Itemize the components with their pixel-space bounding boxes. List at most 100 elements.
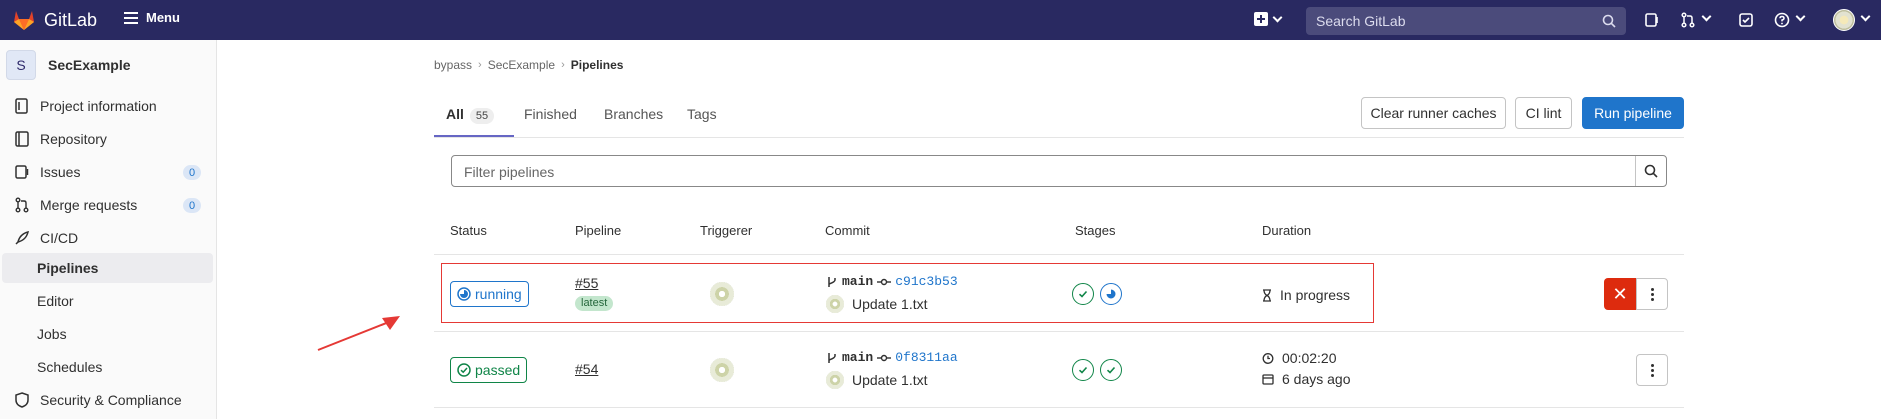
chevron-down-icon[interactable] [1701, 11, 1712, 22]
sidebar-item-pipelines[interactable]: Pipelines [2, 253, 213, 283]
gitlab-logo[interactable]: GitLab [12, 9, 97, 31]
menu-button[interactable]: Menu [124, 10, 180, 25]
author-avatar[interactable] [826, 371, 844, 389]
timer-icon [1262, 353, 1274, 364]
chevron-down-icon[interactable] [1860, 11, 1871, 22]
pipeline-stages [1072, 359, 1122, 381]
help-icon[interactable] [1774, 12, 1790, 28]
filter-bar [451, 155, 1667, 187]
status-label: passed [475, 362, 521, 378]
cancel-pipeline-button[interactable]: ✕ [1604, 278, 1636, 310]
sidebar-item-repository[interactable]: Repository [2, 124, 213, 154]
brand-name: GitLab [44, 9, 98, 30]
merge-requests-nav-icon[interactable] [1680, 12, 1696, 28]
sidebar-item-project-information[interactable]: Project information [2, 91, 213, 121]
commit-message: Update 1.txt [826, 371, 928, 389]
merge-request-icon [14, 197, 30, 213]
chevron-down-icon [1272, 12, 1283, 22]
sidebar-item-issues[interactable]: Issues 0 [2, 157, 213, 187]
project-name: SecExample [48, 57, 131, 73]
sidebar-item-label: Issues [40, 164, 81, 180]
column-header-status: Status [450, 223, 487, 238]
status-badge-passed[interactable]: passed [450, 357, 528, 383]
tab-tags[interactable]: Tags [687, 106, 717, 122]
filter-search-button[interactable] [1635, 156, 1666, 186]
menu-label: Menu [146, 10, 180, 25]
search-icon [1644, 164, 1658, 178]
ci-lint-button[interactable]: CI lint [1515, 97, 1572, 129]
more-actions-button[interactable] [1636, 278, 1668, 310]
breadcrumb-item[interactable]: bypass [434, 58, 472, 72]
table-row: passed #54 main 0f8311aa Update 1.txt 00… [434, 332, 1684, 408]
plus-icon [1254, 12, 1268, 26]
sidebar-item-merge-requests[interactable]: Merge requests 0 [2, 190, 213, 220]
breadcrumb-current[interactable]: Pipelines [571, 58, 624, 72]
commit-title-link[interactable]: Update 1.txt [852, 372, 928, 388]
sidebar-item-label: Editor [37, 293, 74, 309]
sidebar-item-jobs[interactable]: Jobs [2, 319, 213, 349]
pipeline-finished-time: 6 days ago [1262, 371, 1351, 387]
chevron-down-icon[interactable] [1795, 11, 1806, 22]
rocket-icon [14, 230, 30, 246]
chevron-right-icon: › [478, 59, 482, 71]
info-icon [14, 98, 30, 114]
column-header-duration: Duration [1262, 223, 1312, 238]
todo-icon[interactable] [1738, 12, 1754, 28]
tab-label: All [446, 106, 464, 122]
sidebar-item-security-compliance[interactable]: Security & Compliance [2, 385, 213, 415]
chevron-right-icon: › [561, 59, 565, 71]
sidebar-item-label: Project information [40, 98, 157, 114]
project-sidebar: S SecExample Project information Reposit… [0, 40, 217, 419]
clear-runner-caches-button[interactable]: Clear runner caches [1361, 97, 1506, 129]
sidebar-item-label: Pipelines [37, 260, 99, 276]
commit-sha-link[interactable]: 0f8311aa [895, 350, 957, 365]
sidebar-item-label: Merge requests [40, 197, 138, 213]
more-actions-button[interactable] [1636, 354, 1668, 386]
status-passed-icon [457, 363, 471, 377]
filter-pipelines-input[interactable] [464, 164, 1564, 180]
issues-count-badge: 0 [183, 165, 201, 180]
issues-icon [14, 164, 30, 180]
sidebar-item-label: Security & Compliance [40, 392, 182, 408]
triggerer-avatar[interactable] [710, 358, 734, 382]
pipeline-id-link[interactable]: #54 [575, 361, 598, 377]
search-input[interactable] [1316, 13, 1596, 29]
project-header[interactable]: S SecExample [6, 50, 131, 80]
tab-branches[interactable]: Branches [604, 106, 663, 122]
column-header-triggerer: Triggerer [700, 223, 753, 238]
shield-icon [14, 392, 30, 408]
hamburger-icon [124, 11, 138, 24]
sidebar-item-cicd[interactable]: CI/CD [2, 223, 213, 253]
project-avatar: S [6, 50, 36, 80]
user-avatar[interactable] [1833, 9, 1855, 31]
issues-nav-icon[interactable] [1644, 12, 1660, 28]
stage-passed-icon[interactable] [1100, 359, 1122, 381]
annotation-highlight-box [441, 263, 1374, 323]
commit-ref: main 0f8311aa [826, 350, 958, 365]
stage-passed-icon[interactable] [1072, 359, 1094, 381]
close-icon: ✕ [1612, 283, 1628, 304]
top-navbar: GitLab Menu [0, 0, 1881, 40]
tab-all[interactable]: All 55 [446, 106, 495, 124]
sidebar-item-schedules[interactable]: Schedules [2, 352, 213, 382]
annotation-arrow-icon [317, 316, 400, 351]
global-search[interactable] [1306, 7, 1626, 35]
finished-time-text: 6 days ago [1282, 371, 1351, 387]
column-header-pipeline: Pipeline [575, 223, 622, 238]
merge-requests-count-badge: 0 [183, 198, 201, 213]
breadcrumb: bypass › SecExample › Pipelines [434, 58, 623, 72]
new-dropdown[interactable] [1254, 12, 1283, 26]
search-icon [1602, 14, 1616, 28]
sidebar-item-editor[interactable]: Editor [2, 286, 213, 316]
pipeline-duration: 00:02:20 [1262, 350, 1337, 366]
column-header-commit: Commit [825, 223, 870, 238]
breadcrumb-item[interactable]: SecExample [488, 58, 555, 72]
calendar-icon [1262, 374, 1274, 385]
tanuki-icon [14, 11, 34, 30]
sidebar-item-label: Jobs [37, 326, 67, 342]
tab-finished[interactable]: Finished [524, 106, 577, 122]
branch-name[interactable]: main [842, 350, 873, 365]
tab-count-badge: 55 [469, 108, 495, 124]
run-pipeline-button[interactable]: Run pipeline [1582, 97, 1684, 129]
duration-text: 00:02:20 [1282, 350, 1337, 366]
